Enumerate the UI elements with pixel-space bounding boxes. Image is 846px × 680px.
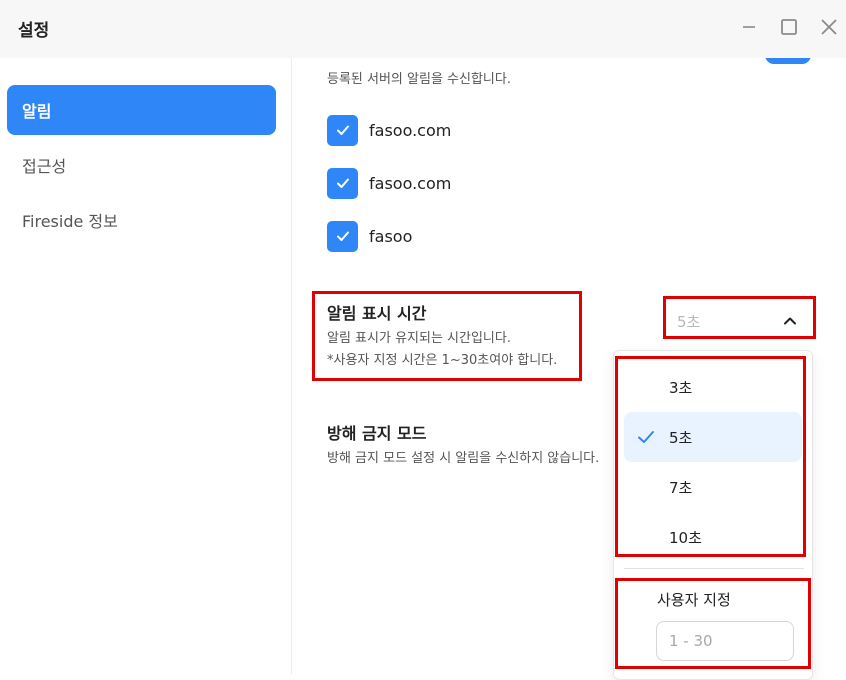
dropdown-divider <box>624 568 804 569</box>
sidebar-item-accessibility[interactable]: 접근성 <box>7 140 276 190</box>
sidebar-item-label: Fireside 정보 <box>22 212 118 231</box>
sidebar-item-label: 알림 <box>22 102 52 121</box>
server-item[interactable]: fasoo.com <box>327 167 451 199</box>
sidebar-item-label: 접근성 <box>22 157 67 176</box>
sidebar-item-notifications[interactable]: 알림 <box>7 85 276 135</box>
server-checkbox[interactable] <box>327 114 358 146</box>
highlight-box <box>663 296 816 339</box>
server-notification-toggle[interactable] <box>765 58 811 64</box>
sidebar-item-about[interactable]: Fireside 정보 <box>7 195 276 245</box>
close-icon <box>821 19 837 35</box>
server-checkbox[interactable] <box>327 220 358 252</box>
dnd-title: 방해 금지 모드 <box>327 424 427 443</box>
minimize-button[interactable] <box>736 14 762 40</box>
check-icon <box>336 231 349 241</box>
server-checkbox[interactable] <box>327 167 358 199</box>
title-bar: 설정 <box>0 0 846 58</box>
minimize-icon <box>743 26 755 28</box>
highlight-box <box>615 356 806 557</box>
maximize-button[interactable] <box>776 14 802 40</box>
server-item[interactable]: fasoo <box>327 220 412 252</box>
server-label: fasoo.com <box>369 120 452 140</box>
maximize-icon <box>781 19 797 35</box>
server-notification-desc: 등록된 서버의 알림을 수신합니다. <box>327 72 511 87</box>
close-button[interactable] <box>816 14 842 40</box>
sidebar: 알림 접근성 Fireside 정보 <box>0 58 292 674</box>
highlight-box <box>615 578 811 669</box>
server-label: fasoo.com <box>369 173 452 193</box>
dnd-desc: 방해 금지 모드 설정 시 알림을 수신하지 않습니다. <box>327 451 600 466</box>
server-item[interactable]: fasoo.com <box>327 114 451 146</box>
window-title: 설정 <box>18 21 50 41</box>
check-icon <box>336 178 349 188</box>
server-label: fasoo <box>369 226 413 246</box>
highlight-box <box>312 291 582 381</box>
check-icon <box>336 125 349 135</box>
